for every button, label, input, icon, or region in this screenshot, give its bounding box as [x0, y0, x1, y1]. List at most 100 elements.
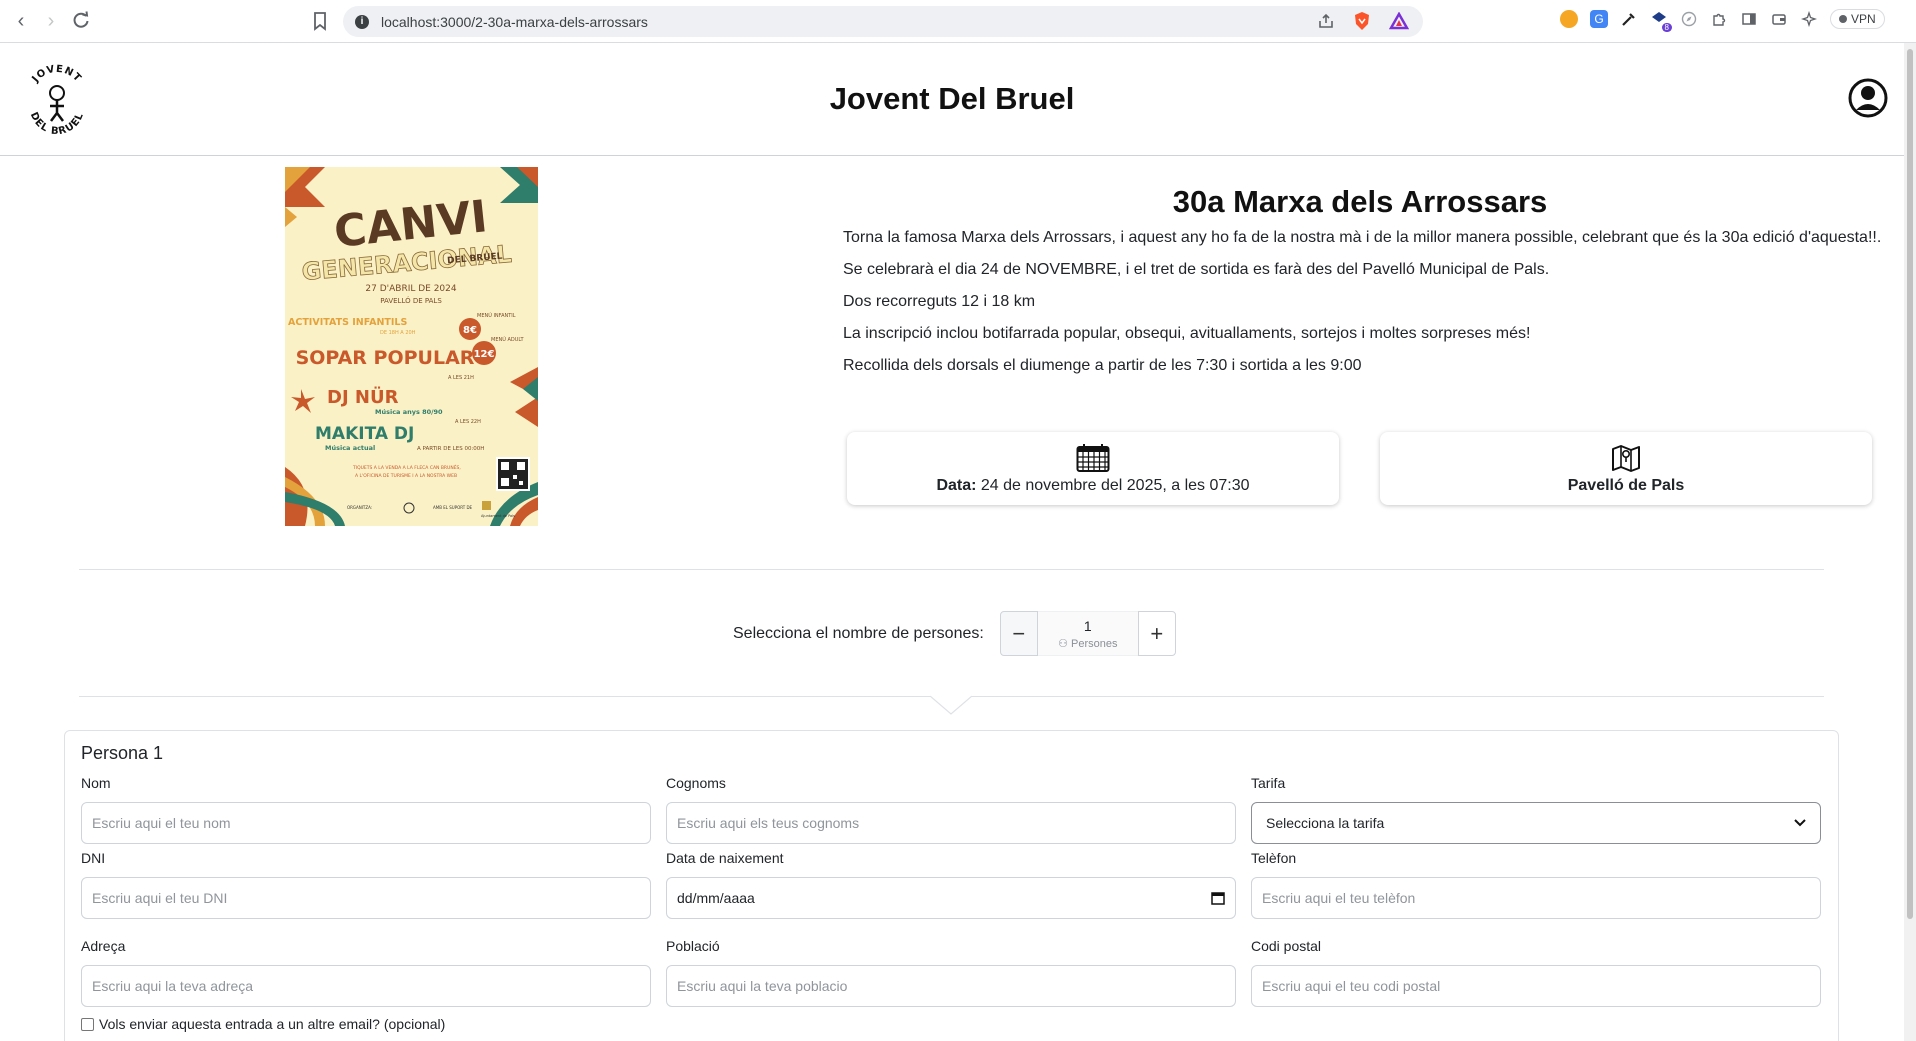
- codi-postal-label: Codi postal: [1251, 938, 1322, 954]
- browser-toolbar: ‹ › i localhost:3000/2-30a-marxa-dels-ar…: [0, 0, 1916, 43]
- decrease-persons-button[interactable]: −: [999, 611, 1038, 656]
- increase-persons-button[interactable]: +: [1137, 611, 1176, 656]
- share-icon[interactable]: [1317, 12, 1335, 30]
- telefon-input[interactable]: [1251, 877, 1821, 919]
- description-paragraph: La inscripció inclou botifarrada popular…: [843, 325, 1531, 342]
- telefon-label: Telèfon: [1251, 850, 1297, 866]
- vpn-status-icon: [1839, 15, 1847, 23]
- reload-icon: [73, 11, 89, 28]
- svg-text:A LES 21H: A LES 21H: [448, 375, 474, 381]
- svg-text:27 D'ABRIL DE 2024: 27 D'ABRIL DE 2024: [365, 284, 456, 294]
- description-paragraph: Recollida dels dorsals el diumenge a par…: [843, 357, 1362, 374]
- svg-text:A LES 22H: A LES 22H: [455, 419, 481, 425]
- event-poster: CANVI GENERACIONAL DEL BRUEL 27 D'ABRIL …: [285, 167, 538, 526]
- svg-text:12€: 12€: [474, 349, 495, 360]
- brave-rewards-icon[interactable]: [1389, 12, 1409, 30]
- chevron-down-icon: [1794, 819, 1806, 827]
- calendar-picker-icon[interactable]: [1211, 891, 1225, 905]
- svg-text:ORGANITZA:: ORGANITZA:: [347, 505, 372, 510]
- scrollbar-thumb[interactable]: [1907, 49, 1913, 919]
- reload-button[interactable]: [70, 9, 92, 36]
- other-email-option: Vols enviar aquesta entrada a un altre e…: [81, 1016, 445, 1032]
- svg-text:8€: 8€: [463, 325, 477, 336]
- svg-text:PAVELLÓ DE PALS: PAVELLÓ DE PALS: [380, 296, 442, 305]
- nom-input[interactable]: [81, 802, 651, 844]
- cognoms-label: Cognoms: [666, 775, 726, 791]
- birthdate-input[interactable]: dd/mm/aaaa: [666, 877, 1236, 919]
- svg-text:Música actual: Música actual: [325, 444, 375, 452]
- puzzle-extensions-icon[interactable]: [1710, 10, 1728, 28]
- dni-field: DNI: [81, 849, 651, 919]
- telefon-field: Telèfon: [1251, 849, 1821, 919]
- dni-input[interactable]: [81, 877, 651, 919]
- people-icon: ⚇: [1058, 637, 1072, 650]
- person-form-title: Persona 1: [81, 743, 164, 763]
- svg-text:MENÚ ADULT: MENÚ ADULT: [491, 336, 524, 343]
- dni-label: DNI: [81, 850, 106, 866]
- tarifa-label: Tarifa: [1251, 775, 1286, 791]
- event-title: 30a Marxa dels Arrossars: [1172, 184, 1548, 219]
- wallet-icon[interactable]: [1770, 10, 1788, 28]
- event-date-text: Data: 24 de novembre del 2025, a les 07:…: [936, 476, 1250, 494]
- persons-count-value: 1: [1083, 617, 1092, 634]
- event-date-card: Data: 24 de novembre del 2025, a les 07:…: [847, 432, 1339, 505]
- svg-text:MENÚ INFANTIL: MENÚ INFANTIL: [477, 312, 516, 319]
- account-icon[interactable]: [1848, 78, 1888, 118]
- url-text: localhost:3000/2-30a-marxa-dels-arrossar…: [381, 13, 648, 30]
- svg-text:DE 18H A 20H: DE 18H A 20H: [380, 330, 416, 336]
- svg-text:A L'OFICINA DE TURISME I A LA: A L'OFICINA DE TURISME I A LA NOSTRA WEB: [355, 473, 457, 479]
- translate-extension-icon[interactable]: G: [1590, 10, 1608, 28]
- other-email-label: Vols enviar aquesta entrada a un altre e…: [99, 1016, 446, 1032]
- cognoms-field: Cognoms: [666, 774, 1236, 844]
- description-paragraph: Se celebrarà el dia 24 de NOVEMBRE, i el…: [843, 261, 1550, 278]
- nom-field: Nom: [81, 774, 651, 844]
- event-location-card[interactable]: Pavelló de Pals: [1380, 432, 1872, 505]
- adreca-label: Adreça: [81, 938, 126, 954]
- forward-button[interactable]: ›: [38, 8, 64, 34]
- cognoms-input[interactable]: [666, 802, 1236, 844]
- poblacio-label: Població: [666, 938, 720, 954]
- event-description: Torna la famosa Marxa dels Arrossars, i …: [843, 222, 1881, 382]
- bookmark-icon[interactable]: [310, 10, 330, 32]
- page-scrollbar[interactable]: [1904, 43, 1916, 1041]
- birthdate-field: Data de naixement dd/mm/aaaa: [666, 849, 1236, 919]
- address-bar[interactable]: i localhost:3000/2-30a-marxa-dels-arross…: [343, 6, 1423, 37]
- sidebar-icon[interactable]: [1740, 10, 1758, 28]
- caret-divider-icon: [930, 695, 972, 715]
- brave-shield-icon[interactable]: [1353, 11, 1371, 31]
- map-icon: [1612, 444, 1640, 472]
- svg-text:AMB EL SUPORT DE: AMB EL SUPORT DE: [433, 505, 473, 510]
- svg-text:Ajuntament de Pals: Ajuntament de Pals: [481, 514, 515, 518]
- tarifa-select[interactable]: Selecciona la tarifa: [1251, 802, 1821, 844]
- adreca-field: Adreça: [81, 937, 651, 1007]
- site-header: JOVENT DEL BRUEL Jovent Del Bruel: [0, 43, 1904, 156]
- compass-icon[interactable]: [1680, 10, 1698, 28]
- birthdate-label: Data de naixement: [666, 850, 784, 866]
- svg-text:DJ NÜR: DJ NÜR: [327, 386, 399, 408]
- wallet-extension-icon[interactable]: 8: [1650, 10, 1672, 32]
- persons-count: 1 ⚇ Persones: [1037, 611, 1138, 656]
- tarifa-field: Tarifa Selecciona la tarifa: [1251, 774, 1821, 844]
- svg-text:SOPAR POPULAR: SOPAR POPULAR: [296, 347, 475, 369]
- color-picker-icon[interactable]: [1620, 10, 1638, 28]
- section-divider: [79, 569, 1824, 570]
- leo-ai-icon[interactable]: [1800, 10, 1818, 28]
- codi-postal-input[interactable]: [1251, 965, 1821, 1007]
- poblacio-input[interactable]: [666, 965, 1236, 1007]
- persons-label: Selecciona el nombre de persones:: [733, 624, 984, 642]
- person-form: Persona 1 Nom Cognoms Tarifa Selecciona …: [64, 730, 1839, 1041]
- vpn-button[interactable]: VPN: [1830, 9, 1885, 29]
- site-title: Jovent Del Bruel: [829, 81, 1075, 116]
- site-info-icon[interactable]: i: [355, 14, 369, 29]
- svg-text:Música anys 80/90: Música anys 80/90: [375, 408, 443, 416]
- other-email-checkbox[interactable]: [81, 1017, 94, 1031]
- nom-label: Nom: [81, 775, 111, 791]
- cookie-extension-icon[interactable]: [1560, 10, 1578, 28]
- adreca-input[interactable]: [81, 965, 651, 1007]
- poblacio-field: Població: [666, 937, 1236, 1007]
- svg-text:A PARTIR DE LES 00:00H: A PARTIR DE LES 00:00H: [417, 446, 484, 452]
- back-button[interactable]: ‹: [8, 8, 34, 34]
- event-location-text: Pavelló de Pals: [1567, 476, 1685, 494]
- calendar-icon: [1076, 443, 1110, 472]
- persons-stepper: − 1 ⚇ Persones +: [999, 611, 1176, 656]
